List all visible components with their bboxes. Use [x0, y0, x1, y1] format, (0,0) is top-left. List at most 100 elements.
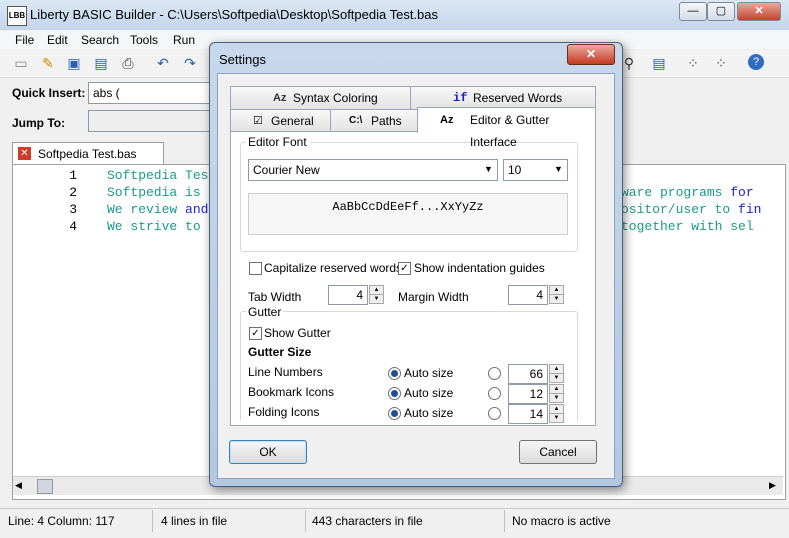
save-as-icon[interactable]: ▤	[92, 54, 110, 72]
general-tab-icon: ☑	[253, 115, 263, 127]
tab-width-label: Tab Width	[248, 290, 302, 304]
menu-search[interactable]: Search	[81, 33, 119, 47]
bookmark-icons-label: Bookmark Icons	[248, 385, 335, 399]
auto-size-label: Auto size	[404, 406, 454, 420]
quick-insert-combo[interactable]: abs (	[88, 82, 212, 104]
cancel-button[interactable]: Cancel	[519, 440, 597, 464]
chevron-down-icon: ▼	[554, 164, 563, 174]
margin-width-value: 4	[536, 288, 543, 302]
open-file-icon[interactable]: ✎	[39, 54, 57, 72]
line-numbers-size-input[interactable]: 66	[508, 364, 548, 384]
tab-syntax-coloring[interactable]: Az Syntax Coloring	[230, 86, 411, 110]
line-number: 2	[69, 185, 77, 200]
bookmark-size-value: 12	[529, 387, 543, 401]
app-icon: LBB	[7, 6, 27, 26]
reserved-words-icon: if	[453, 91, 468, 105]
gutter-label: Gutter	[246, 305, 284, 319]
properties-icon[interactable]: ▤	[650, 54, 668, 72]
file-tab-label: Softpedia Test.bas	[38, 147, 137, 161]
tab-width-input[interactable]: 4	[328, 285, 368, 305]
scroll-left-icon[interactable]: ◀	[15, 480, 22, 491]
code-line-right: ware programs for	[621, 185, 754, 200]
font-preview: AaBbCcDdEeFf...XxYyZz	[248, 193, 568, 235]
spin-down-icon[interactable]: ▼	[549, 294, 564, 304]
close-tab-icon[interactable]: ✕	[18, 147, 31, 160]
print-icon[interactable]: ⎙	[119, 54, 137, 72]
scroll-right-icon[interactable]: ▶	[769, 480, 776, 491]
tab-editor-gutter[interactable]: Az Editor & Gutter Interface	[417, 107, 596, 149]
dialog-close-button[interactable]: ✕	[567, 44, 615, 65]
code-line: We review and	[107, 202, 208, 217]
help-icon[interactable]: ?	[748, 54, 764, 70]
menu-tools[interactable]: Tools	[130, 33, 158, 47]
file-tab[interactable]: ✕ Softpedia Test.bas	[12, 142, 164, 165]
jump-to-combo[interactable]	[88, 110, 212, 132]
capitalize-checkbox[interactable]	[249, 262, 262, 275]
close-button[interactable]: ✕	[737, 2, 781, 21]
line-numbers-size-value: 66	[529, 367, 543, 381]
margin-width-input[interactable]: 4	[508, 285, 548, 305]
folding-auto-radio[interactable]	[388, 407, 401, 420]
editor-tab-icon: Az	[440, 114, 454, 126]
status-macro: No macro is active	[512, 514, 611, 528]
font-select[interactable]: Courier New ▼	[248, 159, 498, 181]
menu-file[interactable]: File	[15, 33, 34, 47]
editor-font-label: Editor Font	[246, 135, 309, 149]
tab-paths[interactable]: C:\ Paths	[330, 109, 418, 133]
code-keyword: fin	[738, 202, 762, 217]
font-size-value: 10	[508, 163, 522, 177]
spin-down-icon[interactable]: ▼	[549, 413, 564, 423]
menu-run[interactable]: Run	[173, 33, 195, 47]
spin-down-icon[interactable]: ▼	[369, 294, 384, 304]
quick-insert-label: Quick Insert:	[12, 86, 86, 100]
syntax-coloring-icon: Az	[273, 92, 287, 104]
ok-button[interactable]: OK	[229, 440, 307, 464]
code-line-right: together with sel	[621, 219, 754, 234]
tab-general[interactable]: ☑ General	[230, 109, 331, 133]
bookmark-auto-radio[interactable]	[388, 387, 401, 400]
new-file-icon[interactable]: ▭	[12, 54, 30, 72]
run-icon[interactable]: ⁘	[712, 54, 730, 72]
code-text: ware programs	[621, 185, 731, 200]
line-number: 1	[69, 168, 77, 183]
code-keyword: for	[730, 185, 754, 200]
quick-insert-value: abs (	[93, 86, 120, 100]
tab-label: Syntax Coloring	[293, 91, 378, 105]
menu-edit[interactable]: Edit	[47, 33, 68, 47]
folding-icons-label: Folding Icons	[248, 405, 320, 419]
maximize-button[interactable]: ▢	[707, 2, 735, 21]
code-line-right: ositor/user to fin	[621, 202, 761, 217]
tab-width-value: 4	[356, 288, 363, 302]
line-numbers-auto-radio[interactable]	[388, 367, 401, 380]
redo-icon[interactable]: ↷	[181, 54, 199, 72]
line-number: 3	[69, 202, 77, 217]
spin-down-icon[interactable]: ▼	[549, 373, 564, 383]
paths-tab-icon: C:\	[349, 115, 363, 126]
tab-label: Editor & Gutter Interface	[470, 113, 550, 149]
save-icon[interactable]: ▣	[65, 54, 83, 72]
spin-down-icon[interactable]: ▼	[549, 393, 564, 403]
code-text: together with	[621, 219, 731, 234]
indent-guides-label: Show indentation guides	[414, 261, 545, 275]
line-numbers-custom-radio[interactable]	[488, 367, 501, 380]
undo-icon[interactable]: ↶	[154, 54, 172, 72]
bookmark-size-input[interactable]: 12	[508, 384, 548, 404]
capitalize-label: Capitalize reserved words	[264, 261, 403, 275]
font-select-value: Courier New	[253, 163, 320, 177]
indent-guides-checkbox[interactable]: ✓	[398, 262, 411, 275]
debug-icon[interactable]: ⁘	[684, 54, 702, 72]
code-line: Softpedia Tes	[107, 168, 209, 183]
bookmark-custom-radio[interactable]	[488, 387, 501, 400]
status-lines: 4 lines in file	[153, 510, 306, 532]
minimize-button[interactable]: —	[679, 2, 707, 21]
auto-size-label: Auto size	[404, 386, 454, 400]
font-size-select[interactable]: 10 ▼	[503, 159, 568, 181]
scroll-thumb[interactable]	[37, 479, 53, 494]
show-gutter-checkbox[interactable]: ✓	[249, 327, 262, 340]
jump-to-label: Jump To:	[12, 116, 66, 130]
chevron-down-icon: ▼	[484, 164, 493, 174]
folding-size-value: 14	[529, 407, 543, 421]
auto-size-label: Auto size	[404, 366, 454, 380]
folding-size-input[interactable]: 14	[508, 404, 548, 424]
folding-custom-radio[interactable]	[488, 407, 501, 420]
